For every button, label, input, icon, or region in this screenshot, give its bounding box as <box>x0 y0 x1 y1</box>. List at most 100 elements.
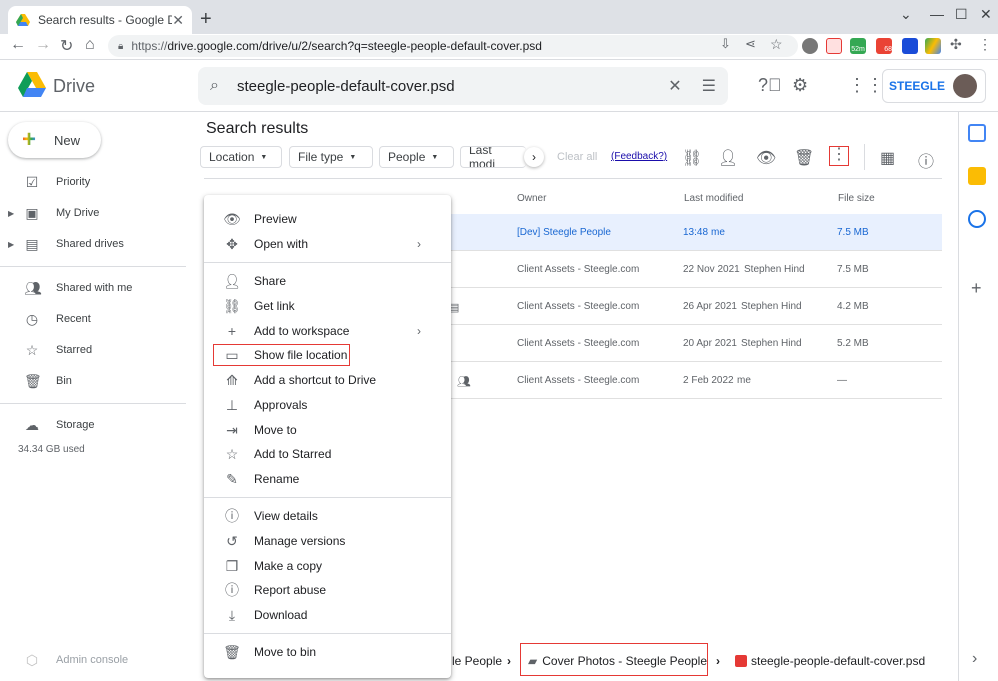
admin-console-label: Admin console <box>56 654 129 666</box>
search-input[interactable]: steegle-people-default-cover.psd <box>237 78 668 95</box>
sidebar-item-my-drive[interactable]: ▶ ▣ My Drive <box>0 202 190 224</box>
menu-item-rename[interactable]: ✎ Rename <box>204 468 451 490</box>
calendar-icon[interactable] <box>968 124 986 142</box>
sidebar-item-storage[interactable]: ☁ Storage <box>0 414 190 436</box>
drive-logo-icon[interactable] <box>18 72 46 98</box>
column-owner[interactable]: Owner <box>517 193 546 204</box>
menu-item-show-file-location[interactable]: ▭ Show file location <box>204 344 451 366</box>
feedback-link[interactable]: (Feedback?) <box>611 151 667 162</box>
menu-item-label: Approvals <box>254 398 308 412</box>
lock-icon: 🔒︎ <box>118 40 124 52</box>
minimize-icon[interactable]: — <box>930 6 944 22</box>
menu-item-report-abuse[interactable]: ⓘ Report abuse <box>204 579 451 601</box>
close-window-icon[interactable]: ✕ <box>980 6 992 23</box>
download-icon: ⤓ <box>228 606 236 623</box>
search-box[interactable]: ⌕ steegle-people-default-cover.psd ✕ ☰ <box>198 67 728 105</box>
menu-item-approvals[interactable]: ⊥ Approvals <box>204 394 451 416</box>
menu-item-add-to-workspace[interactable]: + Add to workspace › <box>204 320 451 342</box>
filter-file-type[interactable]: File type ▼ <box>289 146 373 168</box>
share-page-icon[interactable]: ⋖ <box>745 36 756 52</box>
help-icon[interactable]: ?⃝ <box>758 75 782 96</box>
breadcrumb-folder[interactable]: ▰ Cover Photos - Steegle People <box>528 654 707 668</box>
clear-search-icon[interactable]: ✕ <box>668 76 681 96</box>
tab-search-icon[interactable]: ⌄ <box>900 6 912 23</box>
sidebar-item-priority[interactable]: ☑ Priority <box>0 171 190 193</box>
extension-2-icon[interactable] <box>826 38 842 54</box>
tab-close-icon[interactable]: ✕ <box>172 12 184 29</box>
row-owner: Client Assets - Steegle.com <box>517 264 640 275</box>
admin-console-link[interactable]: ⬡ Admin console <box>0 649 190 671</box>
preview-eye-icon[interactable]: 👁︎ <box>756 148 776 168</box>
apps-grid-icon[interactable]: ⋮⋮ <box>848 75 884 96</box>
menu-item-label: Make a copy <box>254 559 323 573</box>
search-icon[interactable]: ⌕ <box>210 77 219 95</box>
more-actions-icon[interactable]: ⋮ <box>829 146 849 166</box>
menu-item-open-with[interactable]: ✥ Open with › <box>204 233 451 255</box>
bookmark-star-icon[interactable]: ☆ <box>770 36 783 53</box>
settings-gear-icon[interactable]: ⚙ <box>792 75 808 96</box>
search-options-icon[interactable]: ☰ <box>702 76 716 96</box>
add-person-icon[interactable]: 👤︎ <box>718 148 738 168</box>
scroll-filters-right-icon[interactable]: › <box>524 147 544 167</box>
get-addons-plus-icon[interactable]: + <box>971 278 982 299</box>
reload-icon[interactable]: ↻ <box>60 36 73 56</box>
keep-icon[interactable] <box>968 167 986 185</box>
home-icon[interactable]: ⌂ <box>85 36 95 54</box>
breadcrumb-parent[interactable]: le People <box>452 654 502 668</box>
menu-item-download[interactable]: ⤓ Download <box>204 604 451 626</box>
sidebar-item-shared-with-me[interactable]: 👥︎ Shared with me <box>0 277 190 299</box>
avatar[interactable] <box>953 74 978 98</box>
menu-item-make-a-copy[interactable]: ❐ Make a copy <box>204 555 451 577</box>
filter-people[interactable]: People ▼ <box>379 146 454 168</box>
menu-item-move-to[interactable]: ⇥ Move to <box>204 419 451 441</box>
extensions-puzzle-icon[interactable]: ✣ <box>950 36 962 53</box>
row-size: 7.5 MB <box>837 227 869 238</box>
menu-item-add-shortcut[interactable]: ⟰ Add a shortcut to Drive <box>204 369 451 391</box>
maximize-icon[interactable]: ☐ <box>955 6 968 23</box>
sidebar-item-shared-drives[interactable]: ▶ ▤ Shared drives <box>0 233 190 255</box>
back-icon[interactable]: ← <box>10 36 26 54</box>
extension-b-icon[interactable] <box>902 38 918 54</box>
extension-timer-icon[interactable]: 52m <box>850 38 866 54</box>
breadcrumb-file[interactable]: steegle-people-default-cover.psd <box>735 654 925 668</box>
address-bar[interactable]: 🔒︎ https://drive.google.com/drive/u/2/se… <box>108 35 798 57</box>
sidebar-item-label: Starred <box>56 344 93 356</box>
filter-location[interactable]: Location ▼ <box>200 146 282 168</box>
menu-item-view-details[interactable]: ⓘ View details <box>204 505 451 527</box>
browser-tab[interactable]: Search results - Google Drive ✕ <box>8 6 192 34</box>
drive-brand[interactable]: Drive <box>53 76 95 97</box>
tasks-icon[interactable] <box>968 210 986 228</box>
new-button[interactable]: + New <box>8 122 101 158</box>
menu-item-share[interactable]: 👤︎ Share <box>204 270 451 292</box>
get-link-icon[interactable]: ⛓ <box>682 148 702 168</box>
column-file-size[interactable]: File size <box>838 193 875 204</box>
filter-last-modified[interactable]: Last modi <box>460 146 526 168</box>
menu-item-add-to-starred[interactable]: ☆ Add to Starred <box>204 443 451 465</box>
org-account-button[interactable]: STEEGLE <box>882 69 986 103</box>
expand-caret-icon[interactable]: ▶ <box>0 240 14 249</box>
clear-all-button[interactable]: Clear all <box>557 151 597 163</box>
extension-1-icon[interactable] <box>802 38 818 54</box>
row-modified-by: me <box>737 375 751 386</box>
forward-icon[interactable]: → <box>35 36 51 54</box>
show-side-panel-icon[interactable]: › <box>972 650 977 668</box>
browser-menu-icon[interactable]: ⋮ <box>978 36 992 53</box>
delete-icon[interactable]: 🗑︎ <box>794 148 814 168</box>
row-owner: Client Assets - Steegle.com <box>517 338 640 349</box>
sidebar-item-starred[interactable]: ☆ Starred <box>0 339 190 361</box>
grid-view-icon[interactable]: ▦ <box>880 148 895 168</box>
menu-item-label: Share <box>254 274 287 288</box>
sidebar-item-recent[interactable]: ◷ Recent <box>0 308 190 330</box>
sidebar-item-bin[interactable]: 🗑︎ Bin <box>0 370 190 392</box>
new-tab-icon[interactable]: + <box>200 8 212 31</box>
drive-extension-icon[interactable] <box>925 38 941 54</box>
column-last-modified[interactable]: Last modified <box>684 193 743 204</box>
install-icon[interactable]: ⇩ <box>720 36 731 52</box>
menu-item-preview[interactable]: 👁︎ Preview <box>204 208 451 230</box>
menu-item-manage-versions[interactable]: ↺ Manage versions <box>204 530 451 552</box>
menu-item-get-link[interactable]: ⛓ Get link <box>204 295 451 317</box>
menu-item-move-to-bin[interactable]: 🗑︎ Move to bin <box>204 641 451 663</box>
expand-caret-icon[interactable]: ▶ <box>0 209 14 218</box>
gmail-extension-icon[interactable]: 68 <box>876 38 892 54</box>
info-icon[interactable]: ⓘ <box>918 148 934 172</box>
